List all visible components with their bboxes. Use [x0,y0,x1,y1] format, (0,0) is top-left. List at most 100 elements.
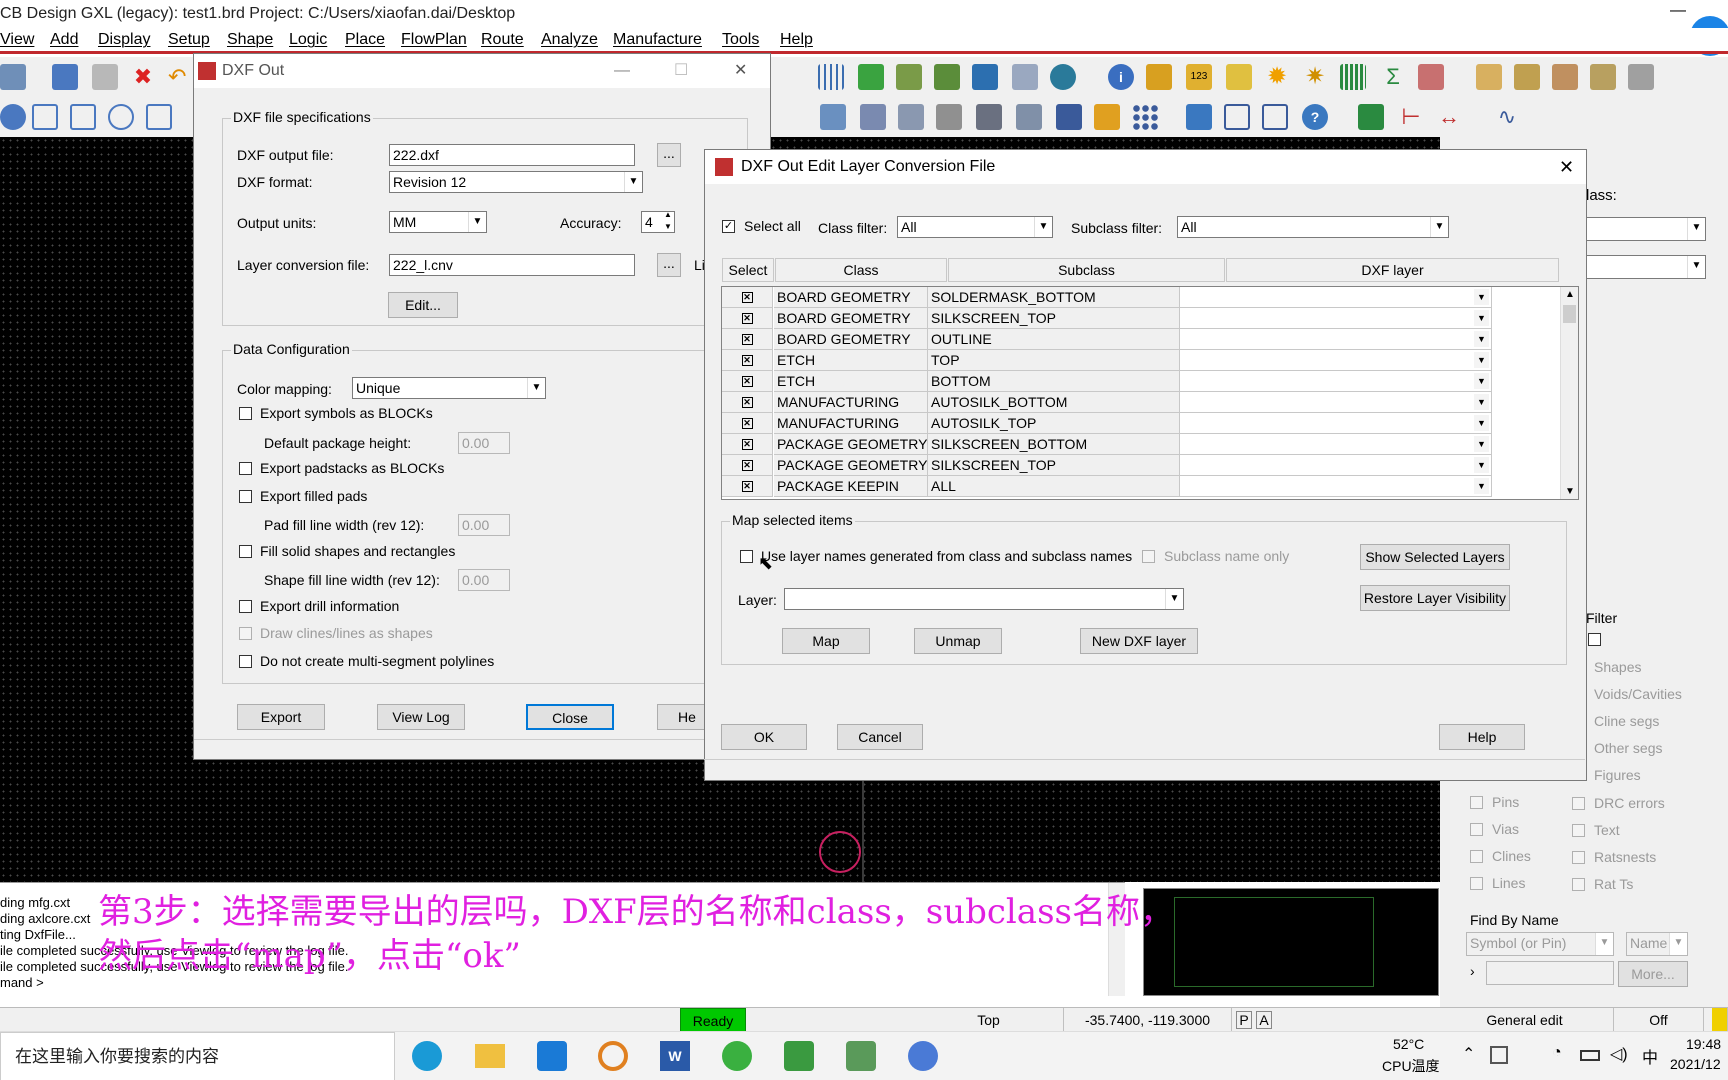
browse-output-button[interactable]: ... [657,143,681,167]
tool-icon[interactable] [1418,64,1444,90]
drill-checkbox[interactable] [239,600,252,613]
row-select-checkbox[interactable]: ✕ [741,396,753,408]
table-row[interactable]: ✕ ETCH TOP ▼ [722,350,1562,371]
rotate-icon[interactable] [108,104,134,130]
cancel-button[interactable]: Cancel [837,724,923,750]
table-row[interactable]: ✕ BOARD GEOMETRY SOLDERMASK_BOTTOM ▼ [722,287,1562,308]
chevron-down-icon[interactable]: ▼ [1474,289,1489,305]
format-select[interactable]: Revision 12 ▼ [389,171,643,193]
fill-shapes-checkbox[interactable] [239,545,252,558]
subclass-filter-select[interactable]: All ▼ [1177,216,1449,238]
clines-checkbox[interactable] [1470,850,1483,863]
door-icon[interactable] [1016,104,1042,130]
row-dxf-layer-select[interactable]: ▼ [1180,455,1492,476]
chevron-down-icon[interactable]: ▼ [1474,352,1489,368]
clines-shapes-checkbox[interactable] [239,627,252,640]
menu-flowplan[interactable]: FlowPlan [401,31,467,49]
unmap-button[interactable]: Unmap [914,628,1002,654]
shape-fill-input[interactable]: 0.00 [458,569,510,591]
ratt-checkbox[interactable] [1572,878,1585,891]
drc-checkbox[interactable] [1572,797,1585,810]
menu-display[interactable]: Display [98,31,150,49]
envelope-icon[interactable] [1224,104,1250,130]
filter-cline-segs[interactable]: Cline segs [1594,713,1659,729]
row-select-checkbox[interactable]: ✕ [741,417,753,429]
menu-shape[interactable]: Shape [227,31,273,49]
taskbar-search[interactable]: 在这里输入你要搜索的内容 [0,1032,395,1080]
row-dxf-layer-select[interactable]: ▼ [1180,287,1492,308]
info-icon[interactable]: i [1108,64,1134,90]
more-button[interactable]: More... [1618,961,1688,987]
book-icon[interactable] [860,104,886,130]
menu-setup[interactable]: Setup [168,31,210,49]
filter-ratsnests[interactable]: Ratsnests [1594,849,1656,865]
globe-icon[interactable] [1050,64,1076,90]
props-icon[interactable] [1146,64,1172,90]
map-button[interactable]: Map [782,628,870,654]
delete-icon[interactable]: ✖ [130,64,156,90]
find-mode-select[interactable]: Name ▼ [1626,932,1688,956]
minimize-icon[interactable]: — [614,54,630,88]
use-names-checkbox[interactable] [740,550,753,563]
polylines-checkbox[interactable] [239,655,252,668]
tray-apps-icon[interactable] [1490,1046,1508,1064]
wand-icon[interactable] [1628,64,1654,90]
browser-icon[interactable] [722,1041,752,1071]
wifi-icon[interactable]: ◔ [1552,1044,1562,1062]
scroll-down-icon[interactable]: ▼ [1565,486,1575,497]
row-select-checkbox[interactable]: ✕ [741,354,753,366]
measure-icon[interactable]: ⊢ [1398,104,1424,130]
clock-time[interactable]: 19:48 [1686,1036,1721,1052]
header-dxf-layer[interactable]: DXF layer [1226,258,1559,282]
search-app-icon[interactable] [598,1041,628,1071]
matrix-icon[interactable] [1056,104,1082,130]
find-name-input[interactable] [1486,961,1614,985]
status-p[interactable]: P [1236,1011,1252,1029]
lines-checkbox[interactable] [1470,877,1483,890]
help-button[interactable]: Help [1439,724,1525,750]
subclass-only-checkbox[interactable] [1142,550,1155,563]
filter-drc[interactable]: DRC errors [1594,795,1665,811]
row-select-cell[interactable]: ✕ [722,329,773,350]
row-select-checkbox[interactable]: ✕ [741,333,753,345]
select-all-checkbox[interactable]: ✓ [722,220,735,233]
close-button[interactable]: Close [526,704,614,730]
edit-button[interactable]: Edit... [388,292,458,318]
row-select-cell[interactable]: ✕ [722,308,773,329]
editor-icon[interactable] [846,1041,876,1071]
filter-voids[interactable]: Voids/Cavities [1594,686,1682,702]
select-icon[interactable] [32,104,58,130]
tray-chevron-icon[interactable]: ⌃ [1462,1044,1475,1064]
browse-conv-button[interactable]: ... [657,253,681,277]
path-icon[interactable] [898,104,924,130]
row-select-cell[interactable]: ✕ [722,455,773,476]
minimize-icon[interactable]: — [1670,2,1686,20]
menu-route[interactable]: Route [481,31,524,49]
table-row[interactable]: ✕ PACKAGE GEOMETRY SILKSCREEN_TOP ▼ [722,455,1562,476]
move-icon[interactable] [52,64,78,90]
maximize-icon[interactable]: ☐ [674,54,688,88]
clock-date[interactable]: 2021/12 [1670,1056,1721,1072]
row-select-checkbox[interactable]: ✕ [741,438,753,450]
chevron-down-icon[interactable]: ▼ [1474,436,1489,452]
drc-icon[interactable] [972,64,998,90]
scroll-up-icon[interactable]: ▲ [1565,289,1575,300]
stepper-arrows-icon[interactable]: ▲ ▼ [664,209,672,233]
scroll-thumb[interactable] [1563,305,1576,323]
chip-icon[interactable] [976,104,1002,130]
class-filter-select[interactable]: All ▼ [897,216,1053,238]
pen-icon[interactable] [1226,64,1252,90]
chevron-down-icon[interactable]: ▼ [1474,457,1489,473]
copy-icon[interactable] [92,64,118,90]
square-icon[interactable] [146,104,172,130]
bird-app-icon[interactable] [537,1041,567,1071]
chevron-down-icon[interactable]: ▼ [1474,373,1489,389]
row-dxf-layer-select[interactable]: ▼ [1180,308,1492,329]
dots-icon[interactable] [1132,104,1158,130]
row-select-checkbox[interactable]: ✕ [741,312,753,324]
pins-checkbox[interactable] [1470,796,1483,809]
header-class[interactable]: Class [775,258,947,282]
filter-figures[interactable]: Figures [1594,767,1641,783]
header-select[interactable]: Select [722,258,774,282]
filter-other-segs[interactable]: Other segs [1594,740,1662,756]
